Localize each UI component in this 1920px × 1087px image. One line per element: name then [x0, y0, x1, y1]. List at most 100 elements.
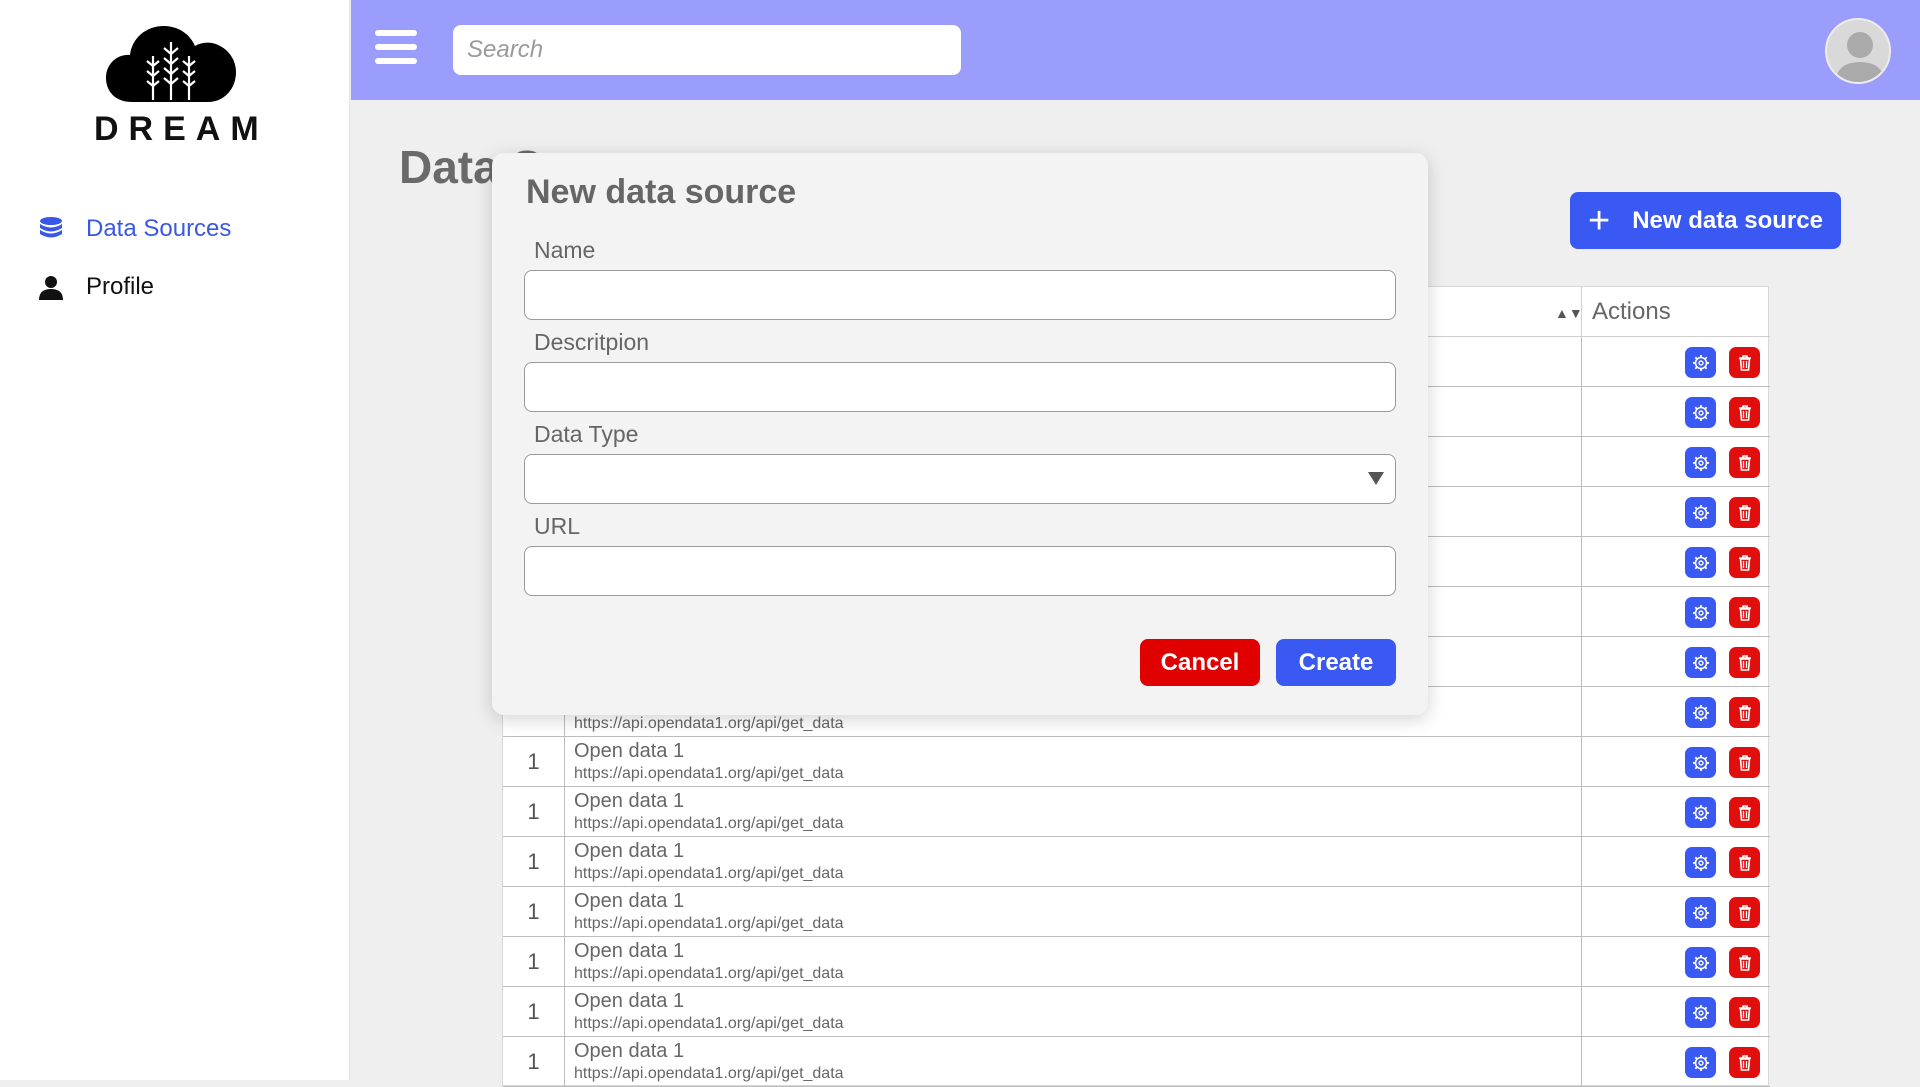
row-name: Open data 1 — [574, 940, 685, 962]
user-icon — [36, 272, 66, 302]
delete-trash-button[interactable] — [1729, 847, 1760, 878]
settings-gear-button[interactable] — [1685, 1047, 1716, 1078]
hamburger-icon[interactable] — [375, 30, 417, 68]
row-name: Open data 1 — [574, 840, 685, 862]
delete-trash-button[interactable] — [1729, 597, 1760, 628]
delete-trash-button[interactable] — [1729, 397, 1760, 428]
table-row[interactable]: 1 Open data 1 https://api.opendata1.org/ap… — [503, 987, 1770, 1037]
row-url: https://api.opendata1.org/api/get_data — [574, 1015, 844, 1032]
delete-trash-button[interactable] — [1729, 1047, 1760, 1078]
name-label: Name — [534, 237, 596, 263]
column-header-actions: Actions — [1581, 287, 1770, 337]
row-url: https://api.opendata1.org/api/get_data — [574, 1065, 844, 1082]
actions-cell — [1581, 487, 1770, 537]
sidebar-item-data-sources[interactable]: Data Sources — [36, 200, 231, 258]
actions-cell — [1581, 737, 1770, 787]
actions-cell — [1581, 837, 1770, 887]
settings-gear-button[interactable] — [1685, 447, 1716, 478]
new-data-source-modal: New data source Name Descritpion Data Ty… — [492, 153, 1428, 715]
row-id: 1 — [503, 837, 565, 887]
settings-gear-button[interactable] — [1685, 697, 1716, 728]
row-id: 1 — [503, 787, 565, 837]
sidebar-item-profile[interactable]: Profile — [36, 258, 231, 316]
actions-cell — [1581, 537, 1770, 587]
delete-trash-button[interactable] — [1729, 797, 1760, 828]
settings-gear-button[interactable] — [1685, 397, 1716, 428]
url-field[interactable] — [524, 546, 1396, 596]
new-data-source-button[interactable]: + New data source — [1570, 192, 1841, 249]
user-avatar-icon[interactable] — [1825, 18, 1891, 84]
table-row[interactable]: 1 Open data 1 https://api.opendata1.org/ap… — [503, 887, 1770, 937]
cloud-wheat-logo-icon — [106, 26, 236, 102]
actions-cell — [1581, 937, 1770, 987]
settings-gear-button[interactable] — [1685, 597, 1716, 628]
table-row[interactable]: 1 Open data 1 https://api.opendata1.org/ap… — [503, 737, 1770, 787]
delete-trash-button[interactable] — [1729, 497, 1760, 528]
delete-trash-button[interactable] — [1729, 997, 1760, 1028]
row-name: Open data 1 — [574, 1040, 685, 1062]
sort-icon[interactable]: ▲▼ — [1555, 305, 1583, 321]
settings-gear-button[interactable] — [1685, 647, 1716, 678]
actions-cell — [1581, 587, 1770, 637]
row-id: 1 — [503, 737, 565, 787]
plus-icon: + — [1588, 199, 1611, 242]
settings-gear-button[interactable] — [1685, 347, 1716, 378]
sidebar: DREAM Data Sources Profile — [0, 0, 350, 1080]
table-row[interactable]: 1 Open data 1 https://api.opendata1.org/ap… — [503, 787, 1770, 837]
table-row[interactable]: 1 Open data 1 https://api.opendata1.org/ap… — [503, 937, 1770, 987]
cancel-button[interactable]: Cancel — [1140, 639, 1260, 686]
settings-gear-button[interactable] — [1685, 747, 1716, 778]
description-field[interactable] — [524, 362, 1396, 412]
actions-cell — [1581, 637, 1770, 687]
create-button[interactable]: Create — [1276, 639, 1396, 686]
settings-gear-button[interactable] — [1685, 547, 1716, 578]
actions-cell — [1581, 437, 1770, 487]
top-header — [351, 0, 1920, 100]
row-name: Open data 1 — [574, 790, 685, 812]
delete-trash-button[interactable] — [1729, 547, 1760, 578]
name-field[interactable] — [524, 270, 1396, 320]
data-type-label: Data Type — [534, 421, 639, 447]
data-type-select[interactable] — [524, 454, 1396, 504]
settings-gear-button[interactable] — [1685, 847, 1716, 878]
database-icon — [36, 214, 66, 244]
delete-trash-button[interactable] — [1729, 897, 1760, 928]
settings-gear-button[interactable] — [1685, 897, 1716, 928]
delete-trash-button[interactable] — [1729, 747, 1760, 778]
actions-cell — [1581, 887, 1770, 937]
row-url: https://api.opendata1.org/api/get_data — [574, 715, 844, 732]
actions-cell — [1581, 987, 1770, 1037]
row-name: Open data 1 — [574, 990, 685, 1012]
modal-title: New data source — [526, 173, 797, 211]
description-label: Descritpion — [534, 329, 650, 355]
actions-cell — [1581, 687, 1770, 737]
row-id: 1 — [503, 887, 565, 937]
actions-cell — [1581, 787, 1770, 837]
settings-gear-button[interactable] — [1685, 947, 1716, 978]
row-url: https://api.opendata1.org/api/get_data — [574, 765, 844, 782]
delete-trash-button[interactable] — [1729, 447, 1760, 478]
new-data-source-label: New data source — [1632, 206, 1823, 234]
delete-trash-button[interactable] — [1729, 347, 1760, 378]
chevron-down-icon — [1368, 472, 1384, 485]
sidebar-nav: Data Sources Profile — [36, 200, 231, 316]
delete-trash-button[interactable] — [1729, 647, 1760, 678]
logo[interactable]: DREAM — [84, 16, 269, 149]
row-url: https://api.opendata1.org/api/get_data — [574, 815, 844, 832]
url-label: URL — [534, 513, 581, 539]
sidebar-item-label: Data Sources — [86, 215, 232, 242]
delete-trash-button[interactable] — [1729, 697, 1760, 728]
table-row[interactable]: 1 Open data 1 https://api.opendata1.org/ap… — [503, 837, 1770, 887]
row-url: https://api.opendata1.org/api/get_data — [574, 915, 844, 932]
row-id: 1 — [503, 937, 565, 987]
logo-text: DREAM — [94, 110, 269, 148]
row-name: Open data 1 — [574, 890, 685, 912]
settings-gear-button[interactable] — [1685, 497, 1716, 528]
settings-gear-button[interactable] — [1685, 797, 1716, 828]
row-name: Open data 1 — [574, 740, 685, 762]
delete-trash-button[interactable] — [1729, 947, 1760, 978]
settings-gear-button[interactable] — [1685, 997, 1716, 1028]
search-input[interactable] — [453, 25, 961, 75]
actions-cell — [1581, 387, 1770, 437]
row-id: 1 — [503, 987, 565, 1037]
